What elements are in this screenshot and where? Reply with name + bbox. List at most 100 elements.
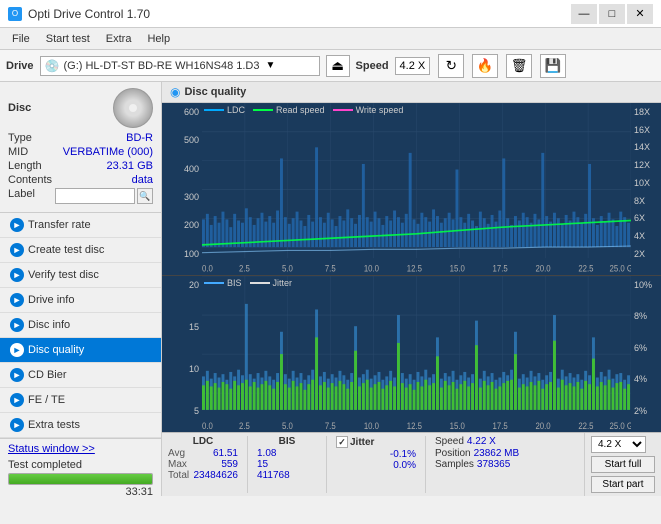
maximize-button[interactable]: □: [599, 4, 625, 24]
speed-dropdown-row: 4.2 X: [591, 436, 655, 453]
drive-dropdown-arrow[interactable]: ▼: [264, 60, 278, 71]
speed-pos-block: Speed 4.22 X Position 23862 MB Samples 3…: [435, 436, 525, 493]
disc-label-input[interactable]: [55, 188, 135, 204]
verify-test-disc-icon: ►: [10, 268, 24, 282]
svg-text:12.5: 12.5: [407, 420, 422, 431]
close-button[interactable]: ✕: [627, 4, 653, 24]
ldc-avg-row: Avg 61.51: [168, 448, 238, 459]
sidebar-item-extra-tests[interactable]: ► Extra tests: [0, 413, 161, 438]
sidebar-item-verify-test-disc[interactable]: ► Verify test disc: [0, 263, 161, 288]
menu-start-test[interactable]: Start test: [38, 31, 98, 47]
minimize-button[interactable]: —: [571, 4, 597, 24]
ldc-max-row: Max 559: [168, 459, 238, 470]
sidebar-item-disc-info[interactable]: ► Disc info: [0, 313, 161, 338]
sidebar-item-create-test-disc[interactable]: ► Create test disc: [0, 238, 161, 263]
y-right-4x: 4X: [634, 231, 645, 241]
disc-contents-label: Contents: [8, 174, 52, 186]
y-right-4pct: 4%: [634, 374, 647, 384]
disc-length-label: Length: [8, 160, 42, 172]
status-time: 33:31: [8, 486, 153, 498]
save-button[interactable]: 💾: [540, 54, 566, 78]
legend-jitter-label: Jitter: [273, 278, 293, 288]
menu-extra[interactable]: Extra: [98, 31, 140, 47]
y-right-14x: 14X: [634, 142, 650, 152]
titlebar-left: O Opti Drive Control 1.70: [8, 7, 150, 21]
drive-selector[interactable]: 💿 (G:) HL-DT-ST BD-RE WH16NS48 1.D3 ▼: [40, 56, 320, 76]
bis-stats-block: BIS 1.08 15 411768: [257, 436, 317, 493]
main-area: Disc Type BD-R MID VERBATIMe (000) Lengt…: [0, 82, 661, 496]
speed-value-text: 4.22 X: [467, 436, 496, 447]
erase-button[interactable]: 🗑: [506, 54, 532, 78]
drive-info-label: Drive info: [28, 294, 74, 306]
y-right-16x: 16X: [634, 125, 650, 135]
chart-header-icon: ◉: [170, 85, 180, 99]
samples-val: 378365: [477, 459, 510, 470]
ldc-avg-val: 61.51: [213, 448, 238, 459]
svg-text:22.5: 22.5: [578, 263, 594, 274]
sidebar-item-transfer-rate[interactable]: ► Transfer rate: [0, 213, 161, 238]
bottom-chart-main: 0.0 2.5 5.0 7.5 10.0 12.5 15.0 17.5 20.0…: [202, 276, 631, 432]
drive-label: Drive: [6, 60, 34, 72]
sidebar-item-cd-bier[interactable]: ► CD Bier: [0, 363, 161, 388]
y-left-400: 400: [184, 164, 199, 174]
speed-value[interactable]: 4.2 X: [395, 57, 431, 75]
svg-text:17.5: 17.5: [493, 420, 508, 431]
y-left-300: 300: [184, 192, 199, 202]
disc-image: [113, 88, 153, 128]
jitter-label: Jitter: [350, 437, 374, 448]
samples-label: Samples: [435, 459, 474, 470]
disc-label-button[interactable]: 🔍: [137, 188, 153, 204]
disc-info-icon: ►: [10, 318, 24, 332]
speed-row: Speed 4.22 X: [435, 436, 525, 448]
sidebar-item-drive-info[interactable]: ► Drive info: [0, 288, 161, 313]
sidebar-item-disc-quality[interactable]: ► Disc quality: [0, 338, 161, 363]
top-chart-y-left: 600 500 400 300 200 100: [162, 103, 202, 275]
position-label: Position: [435, 448, 471, 459]
test-speed-dropdown[interactable]: 4.2 X: [591, 436, 646, 453]
disc-length-value: 23.31 GB: [107, 160, 153, 172]
bis-column-header: BIS: [257, 436, 317, 448]
refresh-button[interactable]: ↻: [438, 54, 464, 78]
bottom-chart-y-right: 10% 8% 6% 4% 2%: [631, 276, 661, 432]
disc-label-row: Label 🔍: [8, 188, 153, 204]
speed-label: Speed: [356, 60, 389, 72]
svg-text:7.5: 7.5: [325, 263, 336, 274]
ldc-max-val: 559: [221, 459, 238, 470]
verify-test-disc-label: Verify test disc: [28, 269, 99, 281]
bottom-stats: LDC Avg 61.51 Max 559 Total 23484626: [162, 433, 584, 496]
divider-3: [425, 436, 426, 493]
start-full-button[interactable]: Start full: [591, 456, 655, 473]
samples-row: Samples 378365: [435, 459, 525, 470]
disc-length-row: Length 23.31 GB: [8, 160, 153, 172]
y-left-5: 5: [194, 406, 199, 416]
jitter-checkbox[interactable]: ✓: [336, 436, 348, 448]
y-right-10pct: 10%: [634, 280, 652, 290]
disc-quality-icon: ►: [10, 343, 24, 357]
ldc-total-row: Total 23484626: [168, 470, 238, 481]
drive-info-icon: ►: [10, 293, 24, 307]
app-icon: O: [8, 7, 22, 21]
y-left-10: 10: [189, 364, 199, 374]
jitter-avg-val: -0.1%: [390, 449, 416, 460]
drivebar: Drive 💿 (G:) HL-DT-ST BD-RE WH16NS48 1.D…: [0, 50, 661, 82]
y-left-600: 600: [184, 107, 199, 117]
disc-type-value: BD-R: [126, 132, 153, 144]
menu-file[interactable]: File: [4, 31, 38, 47]
status-window-button[interactable]: Status window >>: [8, 443, 153, 455]
y-right-2x: 2X: [634, 249, 645, 259]
legend-read: Read speed: [253, 105, 325, 115]
legend-write-label: Write speed: [356, 105, 404, 115]
menu-help[interactable]: Help: [139, 31, 178, 47]
svg-text:7.5: 7.5: [325, 420, 336, 431]
ldc-total-val: 23484626: [194, 470, 239, 481]
transfer-rate-icon: ►: [10, 218, 24, 232]
eject-button[interactable]: ⏏: [326, 55, 350, 77]
top-chart-svg: 0.0 2.5 5.0 7.5 10.0 12.5 15.0 17.5 20.0…: [202, 103, 631, 275]
start-part-button[interactable]: Start part: [591, 476, 655, 493]
bis-avg-val: 1.08: [257, 448, 276, 459]
burn-button[interactable]: 🔥: [472, 54, 498, 78]
sidebar-item-fe-te[interactable]: ► FE / TE: [0, 388, 161, 413]
y-left-100: 100: [184, 249, 199, 259]
app-title: Opti Drive Control 1.70: [28, 7, 150, 21]
bottom-chart-svg: 0.0 2.5 5.0 7.5 10.0 12.5 15.0 17.5 20.0…: [202, 276, 631, 432]
